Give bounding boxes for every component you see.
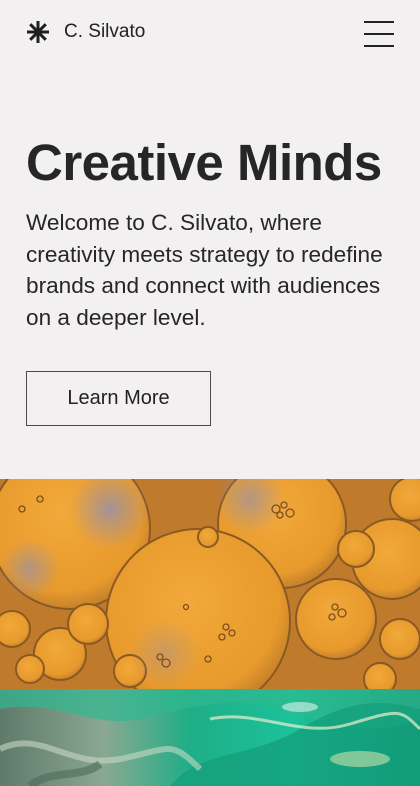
- brand-logo-link[interactable]: C. Silvato: [26, 20, 145, 44]
- learn-more-button[interactable]: Learn More: [26, 371, 211, 426]
- green-marble-image: [0, 689, 420, 786]
- hamburger-menu-button[interactable]: [362, 17, 396, 51]
- hero-title: Creative Minds: [26, 134, 382, 191]
- asterisk-icon: [27, 21, 49, 43]
- hero-description: Welcome to C. Silvato, where creativity …: [26, 210, 383, 330]
- hamburger-menu-icon: [364, 21, 394, 23]
- site-header: C. Silvato: [0, 0, 420, 70]
- brand-name: C. Silvato: [64, 21, 146, 42]
- orange-bubbles-image: [0, 479, 420, 689]
